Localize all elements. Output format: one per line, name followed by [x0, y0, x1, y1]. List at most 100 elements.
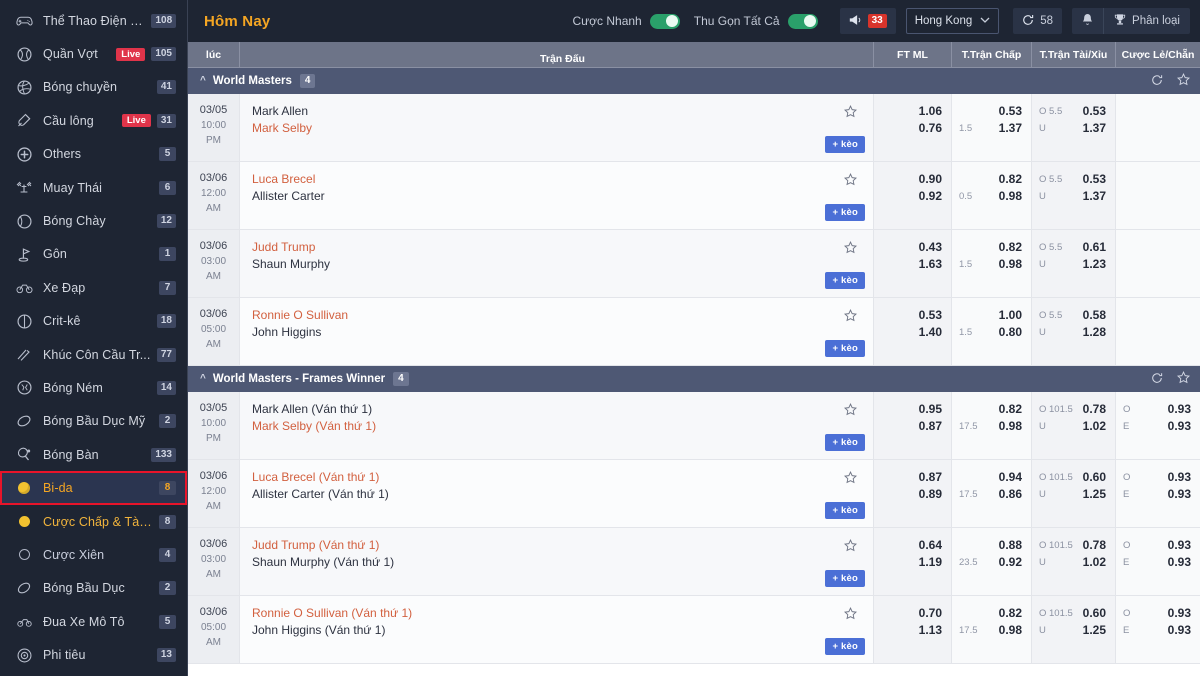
handicap-odd-home[interactable]: 0.88 [999, 537, 1031, 554]
away-team-name[interactable]: John Higgins [252, 324, 873, 341]
over-odd[interactable]: 0.53 [1083, 171, 1115, 188]
away-team-name[interactable]: Shaun Murphy (Ván thứ 1) [252, 554, 873, 571]
home-team-name[interactable]: Luca Brecel (Ván thứ 1) [252, 469, 873, 486]
favorite-star-icon[interactable] [843, 607, 858, 623]
ftml-odd-home[interactable]: 1.06 [919, 103, 951, 120]
ftml-odd-away[interactable]: 0.87 [919, 418, 951, 435]
ftml-odd-away[interactable]: 1.13 [919, 622, 951, 639]
under-odd[interactable]: 1.28 [1083, 324, 1115, 341]
away-team-name[interactable]: John Higgins (Ván thứ 1) [252, 622, 873, 639]
sidebar-item-b-ng-ch-y[interactable]: Bóng Chày 12 [0, 204, 187, 237]
sidebar-item-others[interactable]: Others 5 [0, 138, 187, 171]
favorite-star-icon[interactable] [843, 539, 858, 555]
sidebar-item-c-u-l-ng[interactable]: Cầu lông Live 31 [0, 104, 187, 137]
handicap-odd-home[interactable]: 0.82 [999, 401, 1031, 418]
even-odd[interactable]: 0.93 [1168, 486, 1200, 503]
home-team-name[interactable]: Ronnie O Sullivan (Ván thứ 1) [252, 605, 873, 622]
handicap-odd-away[interactable]: 0.92 [999, 554, 1031, 571]
odd-odd[interactable]: 0.93 [1168, 401, 1200, 418]
league-group-header[interactable]: ^ World Masters 4 [188, 68, 1200, 94]
announcements-button[interactable]: 33 [839, 8, 896, 34]
ftml-odd-home[interactable]: 0.70 [919, 605, 951, 622]
add-bet-button[interactable]: + kèo [825, 272, 865, 289]
add-bet-button[interactable]: + kèo [825, 136, 865, 153]
handicap-odd-home[interactable]: 0.82 [999, 239, 1031, 256]
handicap-odd-home[interactable]: 0.53 [999, 103, 1031, 120]
collapse-caret-icon[interactable]: ^ [200, 75, 206, 86]
away-team-name[interactable]: Shaun Murphy [252, 256, 873, 273]
handicap-odd-away[interactable]: 0.86 [999, 486, 1031, 503]
sidebar-item-bi-da[interactable]: Bi-da 8 [0, 471, 187, 505]
home-team-name[interactable]: Judd Trump (Ván thứ 1) [252, 537, 873, 554]
ftml-odd-home[interactable]: 0.64 [919, 537, 951, 554]
ftml-odd-away[interactable]: 0.92 [919, 188, 951, 205]
handicap-odd-home[interactable]: 0.82 [999, 171, 1031, 188]
sidebar-item-b-ng-b-n[interactable]: Bóng Bàn 133 [0, 438, 187, 471]
sidebar-item-c-c-ch-p-t-i[interactable]: Cược Chấp & Tài ... 8 [0, 505, 187, 538]
ftml-odd-away[interactable]: 1.19 [919, 554, 951, 571]
refresh-icon[interactable] [1151, 372, 1163, 387]
add-bet-button[interactable]: + kèo [825, 638, 865, 655]
even-odd[interactable]: 0.93 [1168, 554, 1200, 571]
under-odd[interactable]: 1.02 [1083, 554, 1115, 571]
ftml-odd-home[interactable]: 0.43 [919, 239, 951, 256]
quick-bet-toggle[interactable] [649, 13, 680, 29]
favorite-star-icon[interactable] [843, 105, 858, 121]
sidebar-item-b-ng-chuy-n[interactable]: Bóng chuyền 41 [0, 71, 187, 104]
handicap-odd-home[interactable]: 0.94 [999, 469, 1031, 486]
handicap-odd-away[interactable]: 1.37 [999, 120, 1031, 137]
sidebar-item-b-ng-b-u-d-c[interactable]: Bóng Bầu Dục 2 [0, 572, 187, 605]
over-odd[interactable]: 0.78 [1083, 537, 1115, 554]
under-odd[interactable]: 1.25 [1083, 622, 1115, 639]
refresh-timer[interactable]: 58 [1013, 8, 1063, 34]
under-odd[interactable]: 1.25 [1083, 486, 1115, 503]
sidebar-item-g-n[interactable]: Gôn 1 [0, 238, 187, 271]
ftml-odd-away[interactable]: 1.40 [919, 324, 951, 341]
notifications-button[interactable] [1072, 8, 1103, 34]
ftml-odd-away[interactable]: 0.89 [919, 486, 951, 503]
home-team-name[interactable]: Mark Allen (Ván thứ 1) [252, 401, 873, 418]
sidebar-item-b-ng-n-m[interactable]: Bóng Ném 14 [0, 371, 187, 404]
ftml-odd-away[interactable]: 0.76 [919, 120, 951, 137]
handicap-odd-home[interactable]: 1.00 [999, 307, 1031, 324]
sidebar-item-crit-k[interactable]: Crit-kê 18 [0, 305, 187, 338]
favorite-star-icon[interactable] [843, 471, 858, 487]
under-odd[interactable]: 1.02 [1083, 418, 1115, 435]
over-odd[interactable]: 0.60 [1083, 605, 1115, 622]
over-odd[interactable]: 0.58 [1083, 307, 1115, 324]
away-team-name[interactable]: Mark Selby [252, 120, 873, 137]
home-team-name[interactable]: Mark Allen [252, 103, 873, 120]
over-odd[interactable]: 0.60 [1083, 469, 1115, 486]
sidebar-item-qu-n-v-t[interactable]: Quần Vợt Live 105 [0, 37, 187, 70]
add-bet-button[interactable]: + kèo [825, 204, 865, 221]
category-button[interactable]: Phân loại [1103, 8, 1190, 34]
away-team-name[interactable]: Mark Selby (Ván thứ 1) [252, 418, 873, 435]
favorite-star-icon[interactable] [1176, 371, 1191, 387]
home-team-name[interactable]: Luca Brecel [252, 171, 873, 188]
favorite-star-icon[interactable] [843, 403, 858, 419]
under-odd[interactable]: 1.37 [1083, 120, 1115, 137]
over-odd[interactable]: 0.78 [1083, 401, 1115, 418]
sidebar-item-xe-p[interactable]: Xe Đạp 7 [0, 271, 187, 304]
ftml-odd-home[interactable]: 0.90 [919, 171, 951, 188]
handicap-odd-away[interactable]: 0.98 [999, 622, 1031, 639]
league-group-header[interactable]: ^ World Masters - Frames Winner 4 [188, 366, 1200, 392]
region-select[interactable]: Hong Kong [905, 8, 1000, 34]
collapse-all-toggle[interactable] [787, 13, 818, 29]
handicap-odd-away[interactable]: 0.98 [999, 256, 1031, 273]
sidebar-item-b-ng-b-u-d-c-m[interactable]: Bóng Bầu Dục Mỹ 2 [0, 405, 187, 438]
away-team-name[interactable]: Allister Carter [252, 188, 873, 205]
add-bet-button[interactable]: + kèo [825, 340, 865, 357]
even-odd[interactable]: 0.93 [1168, 418, 1200, 435]
under-odd[interactable]: 1.23 [1083, 256, 1115, 273]
favorite-star-icon[interactable] [843, 173, 858, 189]
ftml-odd-home[interactable]: 0.87 [919, 469, 951, 486]
sidebar-item-c-c-xi-n[interactable]: Cược Xiên 4 [0, 538, 187, 571]
handicap-odd-away[interactable]: 0.80 [999, 324, 1031, 341]
away-team-name[interactable]: Allister Carter (Ván thứ 1) [252, 486, 873, 503]
add-bet-button[interactable]: + kèo [825, 434, 865, 451]
odd-odd[interactable]: 0.93 [1168, 605, 1200, 622]
even-odd[interactable]: 0.93 [1168, 622, 1200, 639]
refresh-icon[interactable] [1151, 74, 1163, 89]
collapse-caret-icon[interactable]: ^ [200, 373, 206, 384]
